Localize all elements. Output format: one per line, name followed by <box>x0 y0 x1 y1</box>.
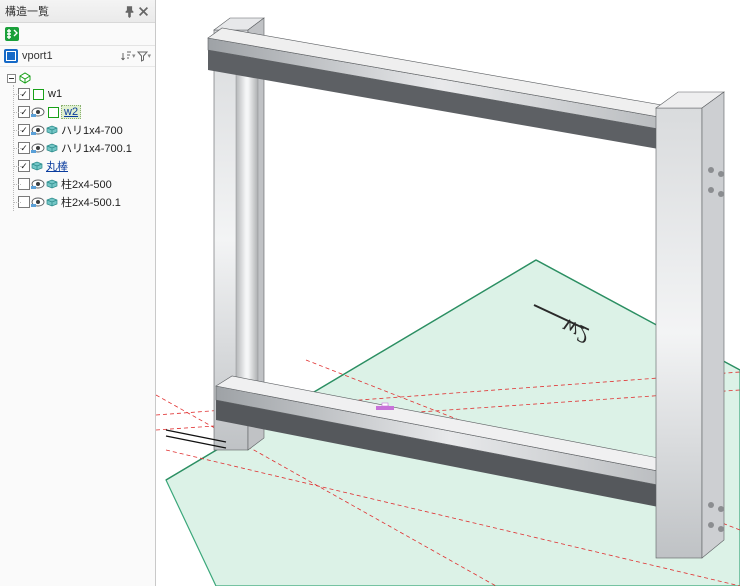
viewport-name: vport1 <box>22 50 116 62</box>
tree-node[interactable]: 柱2x4-500.1 <box>14 193 155 211</box>
viewport-row[interactable]: vport1 ▾ ▾ <box>0 46 155 67</box>
part-icon <box>46 125 58 135</box>
tree-node-label[interactable]: w1 <box>46 88 62 100</box>
grid-icon <box>4 49 18 63</box>
display-state-icon[interactable] <box>31 125 45 136</box>
chevron-down-icon[interactable]: ▾ <box>147 52 151 60</box>
structure-panel: 構造一覧 vport1 ▾ <box>0 0 156 586</box>
panel-iconbar <box>0 23 155 46</box>
viewport-tools: ▾ ▾ <box>120 49 151 63</box>
tree-node-label[interactable]: ハリ1x4-700 <box>59 122 123 138</box>
part-icon <box>46 179 58 189</box>
part-icon <box>31 161 43 171</box>
part-icon <box>46 143 58 153</box>
display-state-icon[interactable] <box>31 197 45 208</box>
tree-node[interactable]: ✓ ハリ1x4-700 <box>14 121 155 139</box>
tree-node[interactable]: ✓ ハリ1x4-700.1 <box>14 139 155 157</box>
tree-node-label[interactable]: 丸棒 <box>44 158 68 174</box>
refresh-tree-icon[interactable] <box>4 26 20 42</box>
panel-window-controls <box>123 5 150 18</box>
tree-node[interactable]: ✓ 丸棒 <box>14 157 155 175</box>
display-state-icon[interactable] <box>31 143 45 154</box>
tree-node-label[interactable]: 柱2x4-500.1 <box>59 194 121 210</box>
panel-header: 構造一覧 <box>0 0 155 23</box>
tree-node-label[interactable]: w2 <box>61 105 81 119</box>
assembly-icon <box>18 71 32 85</box>
tree-node[interactable]: ✓ w2 <box>14 103 155 121</box>
tree-children: ✓ w1 ✓ w2 ✓ ハリ1x4-700 ✓ ハリ1x4-700.1 ✓ 丸棒柱2x4-500 柱… <box>13 85 155 211</box>
structure-tree: ✓ w1 ✓ w2 ✓ ハリ1x4-700 ✓ ハリ1x4-700.1 ✓ 丸棒柱2x4-500 柱… <box>0 67 155 586</box>
panel-title: 構造一覧 <box>5 3 123 19</box>
collapse-icon[interactable] <box>6 73 16 83</box>
work-plane-icon <box>31 87 45 101</box>
app-root: 構造一覧 vport1 ▾ <box>0 0 740 586</box>
display-state-icon[interactable] <box>31 107 45 118</box>
close-icon[interactable] <box>137 5 150 18</box>
visibility-checkbox[interactable]: ✓ <box>18 88 30 100</box>
visibility-checkbox[interactable] <box>18 178 30 190</box>
visibility-checkbox[interactable]: ✓ <box>18 124 30 136</box>
visibility-checkbox[interactable]: ✓ <box>18 160 30 172</box>
3d-viewport[interactable]: w2 <box>156 0 740 586</box>
tree-node[interactable]: ✓ w1 <box>14 85 155 103</box>
part-icon <box>46 197 58 207</box>
pin-icon[interactable] <box>123 5 136 18</box>
tree-root-node[interactable] <box>4 71 155 85</box>
display-state-icon[interactable] <box>31 179 45 190</box>
work-plane-icon <box>46 105 60 119</box>
visibility-checkbox[interactable] <box>18 196 30 208</box>
visibility-checkbox[interactable]: ✓ <box>18 106 30 118</box>
tree-node-label[interactable]: ハリ1x4-700.1 <box>59 140 132 156</box>
tree-node-label[interactable]: 柱2x4-500 <box>59 176 112 192</box>
visibility-checkbox[interactable]: ✓ <box>18 142 30 154</box>
tree-node[interactable]: 柱2x4-500 <box>14 175 155 193</box>
